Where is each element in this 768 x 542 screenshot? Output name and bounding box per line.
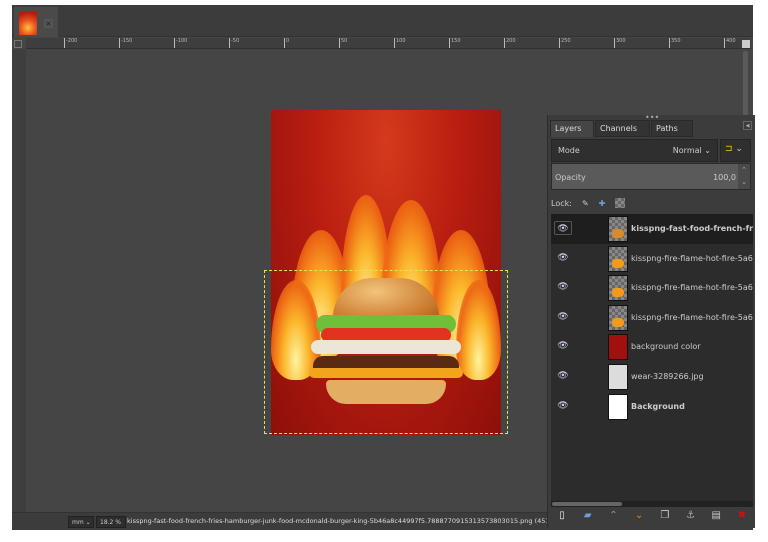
new-layer-group-button[interactable]: ▰	[580, 510, 596, 524]
vertical-ruler[interactable]	[12, 49, 26, 512]
visibility-eye-icon[interactable]: 👁	[554, 280, 572, 294]
tab-channels[interactable]: Channels	[595, 120, 650, 137]
ruler-label: -50	[229, 38, 239, 48]
visibility-eye-icon[interactable]: 👁	[554, 221, 572, 235]
ruler-label: 150	[449, 38, 461, 48]
visibility-eye-icon[interactable]: 👁	[554, 310, 572, 324]
tab-paths[interactable]: Paths	[651, 120, 693, 137]
visibility-eye-icon[interactable]: 👁	[554, 399, 572, 413]
panel-menu-icon[interactable]: ◀	[743, 121, 752, 130]
tab-layers[interactable]: Layers	[550, 120, 594, 137]
tab-label: Paths	[656, 124, 678, 133]
layer-boundary	[264, 270, 508, 434]
opacity-spinner[interactable]: Opacity 100,0 ⌃ ⌄	[551, 163, 751, 190]
layer-thumbnail	[608, 304, 628, 331]
composite-icon: ⊐	[725, 144, 733, 154]
lock-position-icon[interactable]: ✚	[599, 199, 606, 208]
layer-name: kisspng-fast-food-french-fries-hamburger	[631, 224, 753, 233]
new-layer-button[interactable]: ▯	[554, 510, 570, 524]
image-thumbnail	[19, 11, 37, 35]
raise-layer-button[interactable]: ⌃	[605, 510, 621, 524]
opacity-label: Opacity	[555, 173, 586, 182]
unit-value: mm	[72, 519, 84, 526]
opacity-value: 100,0	[713, 173, 736, 182]
duplicate-layer-button[interactable]: ❐	[657, 510, 673, 524]
anchor-layer-button[interactable]: ⚓	[683, 510, 699, 524]
unit-select[interactable]: mm ⌄	[68, 516, 94, 528]
lock-pixels-icon[interactable]: ✎	[582, 199, 589, 208]
layer-thumbnail	[608, 334, 628, 361]
ruler-label: 50	[339, 38, 347, 48]
image-tab[interactable]: ×	[14, 7, 58, 37]
layer-thumbnail	[608, 216, 628, 242]
status-message: kisspng-fast-food-french-fries-hamburger…	[127, 517, 556, 525]
lower-layer-button[interactable]: ⌄	[631, 510, 647, 524]
ruler-label: -100	[174, 38, 187, 48]
layer-name: wear-3289266.jpg	[631, 372, 704, 381]
layer-name: Background	[631, 401, 685, 411]
ruler-label: 250	[559, 38, 571, 48]
ruler-label: 300	[614, 38, 626, 48]
ruler-label: 100	[394, 38, 406, 48]
ruler-label: 0	[284, 38, 289, 48]
zoom-select[interactable]: 18.2 %	[96, 516, 126, 528]
layers-dock: ••• Layers Channels Paths ◀ Mode Normal …	[547, 114, 755, 528]
navigate-icon[interactable]	[742, 40, 750, 48]
layer-thumbnail	[608, 275, 628, 302]
visibility-eye-icon[interactable]: 👁	[554, 251, 572, 265]
layer-name: kisspng-fire-flame-hot-fire-5a6b	[631, 312, 753, 322]
visibility-eye-icon[interactable]: 👁	[554, 339, 572, 353]
mode-label: Mode	[558, 146, 580, 155]
layers-list: 👁 kisspng-fast-food-french-fries-hamburge…	[551, 214, 753, 501]
ruler-label: 350	[669, 38, 681, 48]
layer-thumbnail	[608, 364, 628, 390]
layer-row[interactable]: 👁 kisspng-fire-flame-hot-fire-5a6b	[551, 244, 753, 274]
image-tabs: ×	[12, 5, 753, 37]
layer-row[interactable]: 👁 wear-3289266.jpg	[551, 362, 753, 392]
layer-name: kisspng-fire-flame-hot-fire-5a6b	[631, 283, 753, 293]
tab-label: Layers	[555, 124, 582, 133]
mode-select[interactable]: Mode Normal ⌄	[551, 139, 718, 162]
layer-row[interactable]: 👁 kisspng-fire-flame-hot-fire-5a6b	[551, 303, 753, 333]
layer-name: kisspng-fire-flame-hot-fire-5a6b	[631, 253, 753, 263]
layer-row[interactable]: 👁 background color	[551, 332, 753, 362]
mode-value-text: Normal	[672, 146, 702, 155]
merge-down-button[interactable]: ▤	[708, 510, 724, 524]
tab-label: Channels	[600, 124, 638, 133]
quick-mask-toggle[interactable]	[14, 40, 22, 48]
horizontal-scrollbar[interactable]	[551, 501, 753, 507]
ruler-label: -200	[64, 38, 77, 48]
layer-row[interactable]: 👁 kisspng-fire-flame-hot-fire-5a6b	[551, 273, 753, 303]
ruler-label: 200	[504, 38, 516, 48]
composite-mode-select[interactable]: ⊐ ⌄	[720, 139, 751, 162]
mode-value: Normal ⌄	[672, 146, 711, 155]
zoom-value: 18.2 %	[100, 519, 121, 526]
layer-row[interactable]: 👁 Background	[551, 392, 753, 422]
delete-layer-button[interactable]: ✖	[734, 510, 750, 524]
close-icon[interactable]: ×	[44, 19, 53, 28]
horizontal-ruler[interactable]: -200 -150 -100 -50 0 50 100 150 200 250 300 350 400	[26, 38, 751, 49]
layer-thumbnail	[608, 245, 628, 272]
layer-row[interactable]: 👁 kisspng-fast-food-french-fries-hamburge…	[551, 214, 753, 244]
layer-name: background color	[631, 342, 701, 352]
lock-alpha-icon[interactable]	[615, 198, 626, 208]
ruler-label: 400	[724, 38, 736, 48]
spin-arrows[interactable]: ⌃ ⌄	[738, 164, 750, 189]
visibility-eye-icon[interactable]: 👁	[554, 369, 572, 383]
lock-label: Lock:	[551, 198, 572, 208]
layer-thumbnail	[608, 393, 628, 420]
ruler-label: -150	[119, 38, 132, 48]
